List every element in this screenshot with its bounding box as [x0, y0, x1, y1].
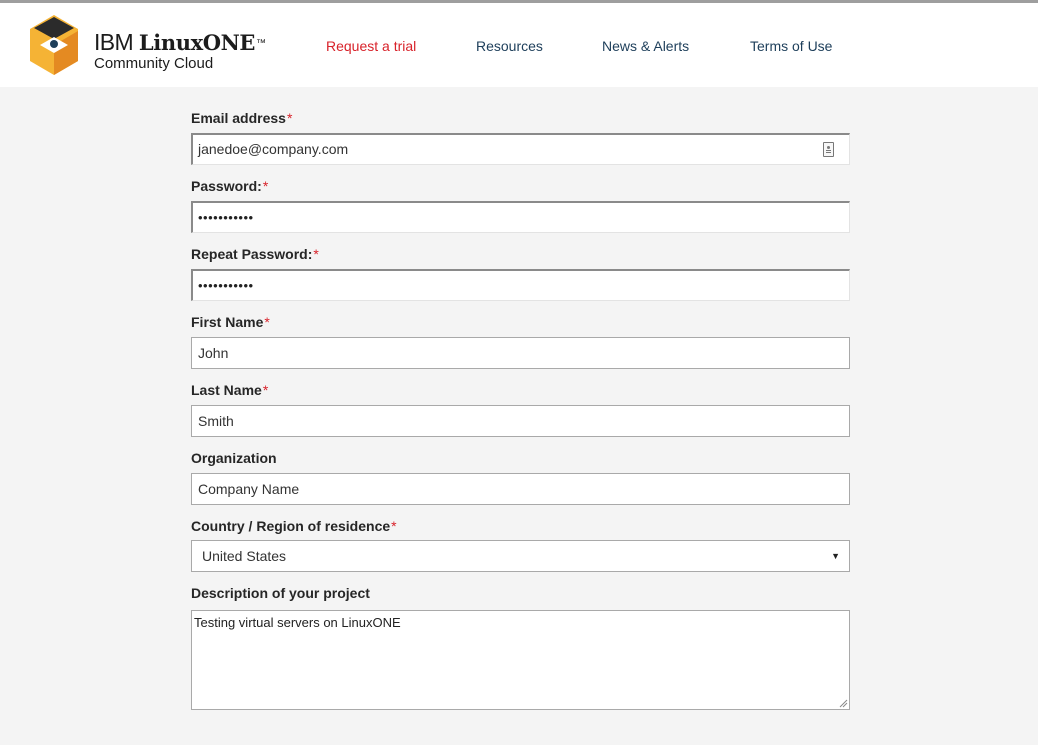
repeat-password-field[interactable]: ••••••••••• [191, 269, 850, 301]
organization-label: Organization [191, 450, 277, 466]
brand-subtitle: Community Cloud [94, 55, 214, 72]
linuxone-logo-icon[interactable] [28, 15, 80, 77]
site-header: IBM LinuxONE™ Community Cloud Request a … [0, 3, 1038, 87]
required-marker: * [262, 178, 269, 194]
email-field[interactable]: janedoe@company.com [191, 133, 850, 165]
country-select[interactable]: United States ▼ [191, 540, 850, 572]
brand-product: LinuxONE [138, 30, 256, 55]
country-select-value: United States [202, 548, 287, 564]
brand-company: IBM [94, 29, 134, 55]
country-label: Country / Region of residence* [191, 518, 397, 534]
organization-field[interactable]: Company Name [191, 473, 850, 505]
last-name-label: Last Name* [191, 382, 268, 398]
resize-grip-icon[interactable] [838, 698, 848, 708]
last-name-field[interactable]: Smith [191, 405, 850, 437]
country-label-text: Country / Region of residence [191, 518, 391, 534]
nav-link-news-alerts[interactable]: News & Alerts [602, 38, 689, 54]
description-label-text: Description of your project [191, 585, 370, 601]
required-marker: * [313, 246, 319, 262]
required-marker: * [286, 110, 293, 126]
last-name-field-value: Smith [198, 413, 234, 429]
password-label: Password:* [191, 178, 268, 194]
password-field-value: ••••••••••• [198, 210, 254, 225]
description-textarea[interactable]: Testing virtual servers on LinuxONE [191, 610, 850, 710]
first-name-label-text: First Name [191, 314, 264, 330]
last-name-label-text: Last Name [191, 382, 262, 398]
nav-link-resources[interactable]: Resources [476, 38, 543, 54]
organization-label-text: Organization [191, 450, 277, 466]
chevron-down-icon[interactable]: ▼ [831, 541, 840, 571]
first-name-label: First Name* [191, 314, 270, 330]
password-field[interactable]: ••••••••••• [191, 201, 850, 233]
brand-trademark: ™ [256, 38, 266, 49]
brand-wordmark[interactable]: IBM LinuxONE™ Community Cloud [94, 29, 266, 72]
email-label: Email address* [191, 110, 292, 126]
required-marker: * [262, 382, 269, 398]
email-label-text: Email address [191, 110, 286, 126]
required-marker: * [264, 314, 270, 330]
description-label: Description of your project [191, 585, 370, 601]
repeat-password-label-text: Repeat Password: [191, 246, 313, 262]
nav-link-terms-of-use[interactable]: Terms of Use [750, 38, 832, 54]
first-name-field[interactable]: John [191, 337, 850, 369]
contact-card-icon[interactable] [823, 142, 834, 157]
description-textarea-value: Testing virtual servers on LinuxONE [194, 615, 401, 630]
first-name-field-value: John [198, 345, 229, 361]
email-field-value: janedoe@company.com [198, 141, 349, 157]
password-label-text: Password: [191, 178, 262, 194]
required-marker: * [391, 518, 397, 534]
organization-field-value: Company Name [198, 481, 300, 497]
repeat-password-label: Repeat Password:* [191, 246, 319, 262]
repeat-password-field-value: ••••••••••• [198, 278, 254, 293]
nav-link-request-trial[interactable]: Request a trial [326, 38, 416, 54]
